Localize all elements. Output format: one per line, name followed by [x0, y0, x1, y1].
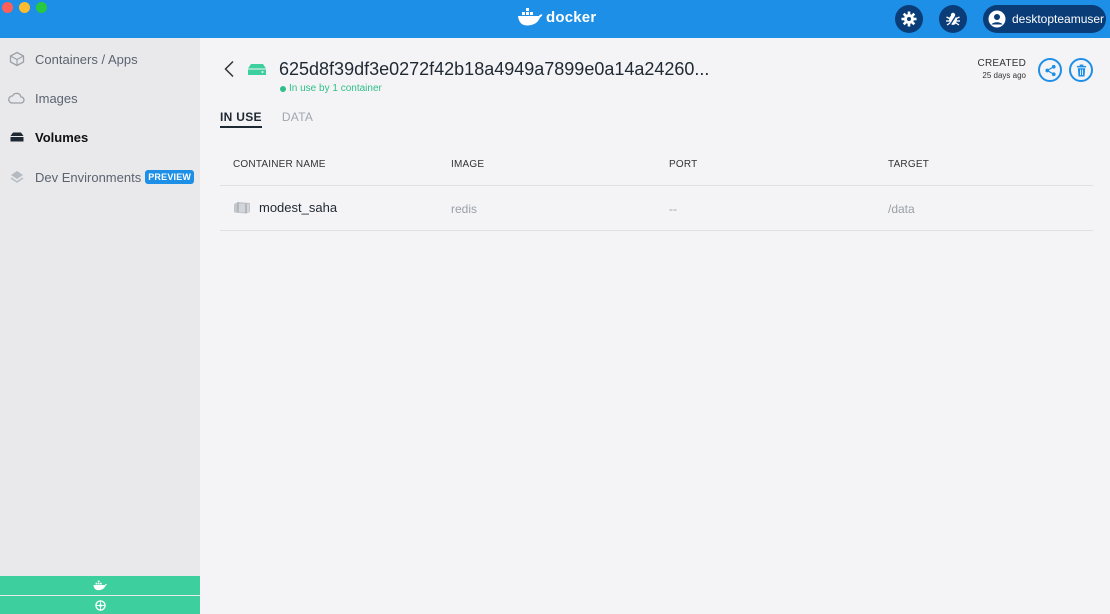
logo-text: docker: [546, 8, 597, 26]
troubleshoot-button[interactable]: [939, 5, 967, 33]
docker-logo: docker: [517, 7, 596, 27]
status-text: In use by 1 container: [289, 83, 382, 94]
sidebar-item-dev-environments[interactable]: Dev Environments PREVIEW: [0, 163, 200, 191]
table-header: CONTAINER NAME IMAGE PORT TARGET: [220, 145, 1093, 186]
container-name[interactable]: modest_saha: [259, 200, 337, 215]
column-header-image[interactable]: IMAGE: [451, 159, 484, 170]
created-label: CREATED: [977, 58, 1026, 69]
sidebar-item-label: Dev Environments: [35, 169, 142, 185]
trash-icon: [1076, 64, 1086, 76]
user-avatar-icon: [988, 10, 1006, 28]
volume-tabs: IN USE DATA: [220, 110, 313, 128]
back-button[interactable]: [220, 58, 238, 80]
user-name: desktopteamuser: [1012, 12, 1105, 26]
image-cell: redis: [451, 202, 478, 216]
column-header-container-name[interactable]: CONTAINER NAME: [233, 159, 326, 170]
created-info: CREATED 25 days ago: [964, 58, 1026, 80]
window-controls: [2, 2, 47, 13]
kubernetes-icon: [94, 599, 106, 611]
dev-env-icon: [8, 169, 25, 186]
volume-icon: [247, 63, 267, 81]
sidebar-item-containers[interactable]: Containers / Apps: [0, 45, 200, 73]
sidebar-item-label: Images: [35, 90, 78, 106]
sidebar-item-label: Volumes: [35, 129, 89, 145]
bug-icon: [946, 12, 960, 26]
sidebar-item-volumes[interactable]: Volumes: [0, 123, 200, 151]
tab-in-use[interactable]: IN USE: [220, 110, 262, 128]
volume-name: 625d8f39df3e0272f42b18a4949a7899e0a14a24…: [279, 59, 710, 79]
volume-status: In use by 1 container: [280, 83, 382, 94]
share-icon: [1044, 64, 1056, 76]
user-account-button[interactable]: desktopteamuser: [983, 5, 1106, 33]
whale-icon: [93, 580, 107, 591]
minimize-window-button[interactable]: [19, 2, 30, 13]
volume-icon: [8, 129, 25, 146]
kubernetes-status-bar[interactable]: [0, 596, 200, 614]
containers-icon: [8, 51, 25, 68]
sidebar-item-images[interactable]: Images: [0, 84, 200, 112]
container-icon: [234, 202, 250, 214]
close-window-button[interactable]: [2, 2, 13, 13]
container-name-cell: modest_saha: [233, 200, 337, 215]
gear-icon: [901, 11, 917, 27]
status-dot-icon: [280, 85, 286, 92]
column-header-target[interactable]: TARGET: [888, 159, 929, 170]
whale-icon: [518, 8, 543, 26]
title-bar: docker desktopteamuser: [0, 0, 1110, 38]
share-button[interactable]: [1038, 58, 1062, 82]
created-value: 25 days ago: [982, 71, 1026, 80]
tab-data[interactable]: DATA: [282, 110, 313, 128]
main-content: 625d8f39df3e0272f42b18a4949a7899e0a14a24…: [200, 38, 1110, 614]
cloud-icon: [8, 90, 25, 107]
delete-button[interactable]: [1069, 58, 1093, 82]
table-row[interactable]: modest_saha redis -- /data: [220, 186, 1093, 231]
sidebar: Containers / Apps Images Volumes Dev Env…: [0, 38, 200, 614]
preview-badge: PREVIEW: [145, 170, 195, 184]
sidebar-item-label: Containers / Apps: [35, 51, 138, 67]
chevron-left-icon: [224, 60, 234, 78]
column-header-port[interactable]: PORT: [669, 159, 697, 170]
docker-status-bar[interactable]: [0, 576, 200, 595]
containers-table: CONTAINER NAME IMAGE PORT TARGET modest_…: [220, 145, 1093, 231]
settings-button[interactable]: [895, 5, 923, 33]
target-cell: /data: [888, 202, 915, 216]
port-cell: --: [669, 202, 677, 216]
maximize-window-button[interactable]: [36, 2, 47, 13]
